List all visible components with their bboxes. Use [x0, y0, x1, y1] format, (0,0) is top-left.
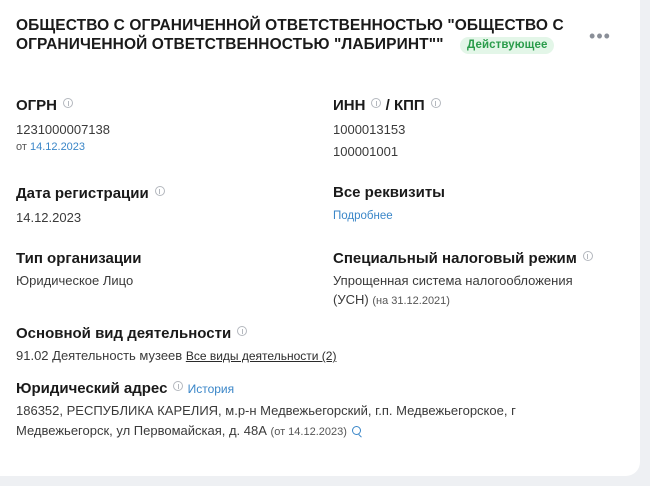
tax-regime-date: (на 31.12.2021)	[372, 295, 450, 307]
inn-label: ИНН	[333, 97, 366, 114]
more-horizontal-icon: •••	[589, 26, 611, 46]
tax-regime-value-line1: Упрощенная система налогообложения	[333, 273, 573, 288]
org-type-block: Тип организации Юридическое Лицо	[16, 249, 142, 290]
org-type-label: Тип организации	[16, 250, 142, 267]
address-line2: Медвежьегорск, ул Первомайская, д. 48А (…	[16, 421, 516, 442]
tax-regime-block: Специальный налоговый режим Упрощенная с…	[333, 249, 593, 311]
registration-value: 14.12.2023	[16, 210, 82, 225]
kpp-value: 100001001	[333, 144, 399, 159]
inn-value: 1000013153	[333, 122, 406, 137]
kpp-label: / КПП	[385, 97, 425, 114]
requisites-more-link[interactable]: Подробнее	[333, 210, 393, 222]
address-line2-text: Медвежьегорск, ул Первомайская, д. 48А	[16, 423, 267, 438]
info-icon[interactable]	[63, 98, 74, 108]
status-badge: Действующее	[460, 36, 555, 54]
ogrn-label: ОГРН	[16, 97, 58, 114]
requisites-block: Все реквизиты Подробнее	[333, 183, 445, 222]
address-history-link[interactable]: История	[188, 382, 235, 396]
info-icon[interactable]	[582, 251, 593, 261]
address-block: Юридический адрес История 186352, РЕСПУБ…	[16, 379, 516, 442]
registration-block: Дата регистрации 14.12.2023	[16, 184, 165, 227]
org-type-value: Юридическое Лицо	[16, 273, 134, 288]
info-icon[interactable]	[173, 381, 184, 391]
inn-kpp-block: ИНН / КПП 1000013153 100001001	[333, 96, 441, 161]
ogrn-date-link[interactable]: 14.12.2023	[30, 141, 85, 153]
activity-value: 91.02 Деятельность музеев	[16, 348, 183, 363]
ogrn-date-line: от 14.12.2023	[16, 141, 110, 153]
tax-regime-label: Специальный налоговый режим	[333, 250, 577, 267]
all-activities-link[interactable]: Все виды деятельности (2)	[186, 349, 337, 363]
info-icon[interactable]	[371, 98, 382, 108]
info-icon[interactable]	[430, 98, 441, 108]
more-menu-button[interactable]: •••	[588, 26, 612, 46]
info-icon[interactable]	[154, 186, 165, 196]
info-icon[interactable]	[237, 326, 248, 336]
search-icon[interactable]	[351, 426, 361, 435]
activity-line: 91.02 Деятельность музеев Все виды деяте…	[16, 346, 336, 366]
company-card: ОБЩЕСТВО С ОГРАНИЧЕННОЙ ОТВЕТСТВЕННОСТЬЮ…	[0, 0, 640, 476]
company-title: ОБЩЕСТВО С ОГРАНИЧЕННОЙ ОТВЕТСТВЕННОСТЬЮ…	[16, 17, 576, 54]
ogrn-value: 1231000007138	[16, 122, 110, 137]
address-date: (от 14.12.2023)	[270, 426, 347, 438]
address-line1: 186352, РЕСПУБЛИКА КАРЕЛИЯ, м.р-н Медвеж…	[16, 403, 516, 418]
registration-label: Дата регистрации	[16, 185, 149, 202]
tax-regime-value-line2: (УСН) (на 31.12.2021)	[333, 290, 593, 311]
activity-label: Основной вид деятельности	[16, 325, 232, 342]
ogrn-date-prefix: от	[16, 141, 27, 153]
requisites-label: Все реквизиты	[333, 184, 445, 201]
address-label: Юридический адрес	[16, 380, 168, 397]
activity-block: Основной вид деятельности 91.02 Деятельн…	[16, 324, 336, 366]
tax-regime-short: (УСН)	[333, 292, 369, 307]
ogrn-block: ОГРН 1231000007138 от 14.12.2023	[16, 96, 110, 153]
